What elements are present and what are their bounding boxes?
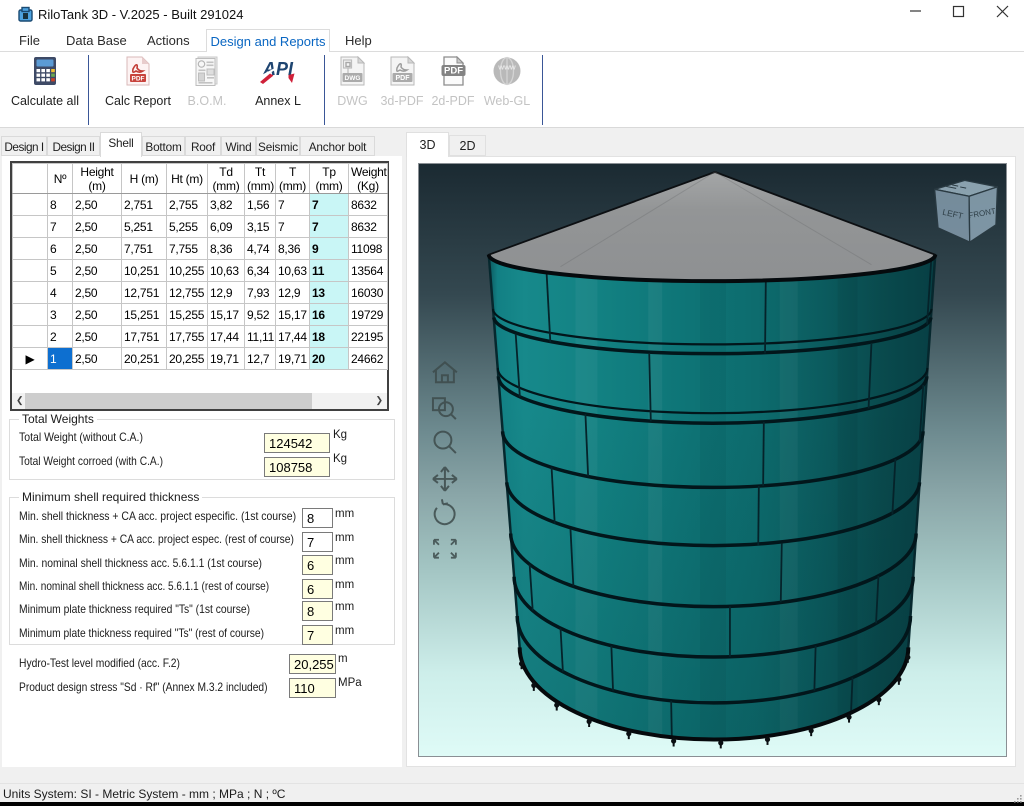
svg-text:www: www bbox=[497, 63, 516, 72]
svg-text:PDF: PDF bbox=[395, 75, 410, 82]
svg-text:PDF: PDF bbox=[132, 76, 145, 83]
svg-text:PDF: PDF bbox=[444, 66, 463, 77]
svg-text:DWG: DWG bbox=[345, 75, 361, 82]
